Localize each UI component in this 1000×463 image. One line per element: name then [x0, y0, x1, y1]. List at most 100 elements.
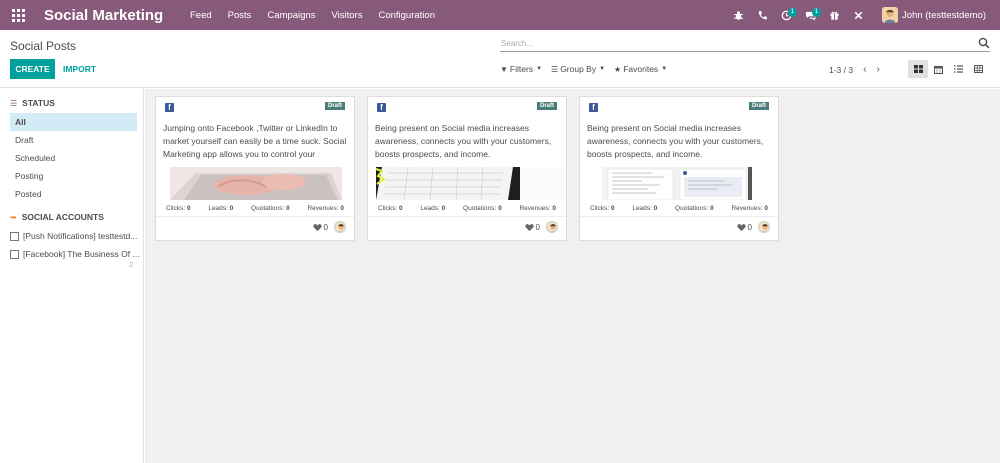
- heart-icon: [312, 223, 322, 231]
- status-draft[interactable]: Draft: [10, 131, 137, 149]
- search-panel: ☰ STATUS All Draft Scheduled Posting Pos…: [0, 89, 144, 463]
- import-button[interactable]: IMPORT: [63, 59, 96, 79]
- list-view-button[interactable]: [948, 60, 968, 78]
- card-header: f Draft: [580, 97, 778, 116]
- status-posted[interactable]: Posted: [10, 185, 137, 203]
- post-stats: Clicks: 0 Leads: 0 Quotations: 0 Revenue…: [580, 200, 778, 217]
- post-image: [156, 167, 354, 200]
- create-button[interactable]: CREATE: [10, 59, 55, 79]
- likes-counter[interactable]: 0: [524, 223, 540, 232]
- gift-icon[interactable]: [822, 0, 846, 30]
- favorites-label: Favorites: [623, 64, 659, 74]
- filters-label: Filters: [509, 64, 534, 74]
- menu-configuration[interactable]: Configuration: [378, 10, 435, 21]
- likes-count: 0: [747, 222, 752, 232]
- page-title: Social Posts: [10, 39, 77, 53]
- revenues-stat: Revenues: 0: [519, 204, 556, 212]
- filter-icon: ▼: [500, 64, 508, 74]
- clicks-stat: Clicks: 0: [590, 204, 615, 212]
- pager-value[interactable]: 1-3 / 3: [829, 65, 853, 75]
- star-icon: ★: [614, 64, 622, 74]
- kanban-icon: [913, 65, 923, 73]
- heart-icon: [524, 223, 534, 231]
- search-bar: [500, 35, 990, 52]
- close-icon[interactable]: [846, 0, 870, 30]
- caret-down-icon: ▼: [599, 66, 606, 72]
- status-heading-label: STATUS: [22, 98, 55, 108]
- quotations-stat: Quotations: 0: [463, 204, 502, 212]
- kanban-area: f Draft Jumping onto Facebook ,Twitter o…: [145, 89, 1000, 463]
- post-card[interactable]: f Draft Jumping onto Facebook ,Twitter o…: [155, 96, 355, 241]
- menu-feed[interactable]: Feed: [190, 10, 212, 21]
- status-badge: Draft: [748, 102, 769, 110]
- post-message: Jumping onto Facebook ,Twitter or Linked…: [163, 123, 347, 159]
- author-avatar[interactable]: [758, 221, 770, 233]
- account-checkbox[interactable]: [10, 249, 19, 259]
- status-posting[interactable]: Posting: [10, 167, 137, 185]
- app-brand[interactable]: Social Marketing: [44, 7, 190, 24]
- activity-clock-icon[interactable]: 1: [774, 0, 798, 30]
- likes-count: 0: [323, 222, 328, 232]
- post-message: Being present on Social media increases …: [587, 123, 764, 159]
- post-card[interactable]: f Draft Being present on Social media in…: [367, 96, 567, 241]
- status-all[interactable]: All: [10, 113, 137, 131]
- facebook-icon: f: [377, 103, 386, 112]
- accounts-count: 2: [129, 262, 133, 269]
- revenues-stat: Revenues: 0: [731, 204, 768, 212]
- status-scheduled[interactable]: Scheduled: [10, 149, 137, 167]
- post-card[interactable]: f Draft Being present on Social media in…: [579, 96, 779, 241]
- main-menu: Feed Posts Campaigns Visitors Configurat…: [190, 10, 451, 21]
- account-push-notifications[interactable]: [Push Notifications] testtestd...: [10, 227, 140, 245]
- bug-icon[interactable]: [726, 0, 750, 30]
- navbar-systray: 1 1 John (testtestdemo): [726, 0, 1000, 30]
- menu-posts[interactable]: Posts: [228, 10, 252, 21]
- pager-next-icon[interactable]: ›: [876, 64, 879, 75]
- caret-down-icon: ▼: [536, 66, 543, 72]
- facebook-icon: f: [589, 103, 598, 112]
- post-image: [368, 167, 566, 200]
- quotations-stat: Quotations: 0: [675, 204, 714, 212]
- apps-menu-icon[interactable]: [10, 7, 26, 23]
- post-image: [580, 167, 778, 200]
- status-badge: Draft: [536, 102, 557, 110]
- card-header: f Draft: [156, 97, 354, 116]
- account-checkbox[interactable]: [10, 231, 19, 241]
- likes-counter[interactable]: 0: [736, 222, 752, 232]
- account-label: [Push Notifications] testtestd...: [23, 231, 138, 241]
- user-menu[interactable]: John (testtestdemo): [882, 7, 986, 23]
- groupby-dropdown[interactable]: ☰ Group By ▼: [551, 64, 605, 74]
- kanban-view-button[interactable]: [908, 60, 928, 78]
- menu-campaigns[interactable]: Campaigns: [267, 10, 315, 21]
- quotations-stat: Quotations: 0: [251, 204, 290, 212]
- messages-icon[interactable]: 1: [798, 0, 822, 30]
- search-options: ▼ Filters ▼ ☰ Group By ▼ ★ Favorites ▼: [500, 64, 676, 74]
- author-avatar[interactable]: [546, 221, 558, 233]
- post-stats: Clicks: 0 Leads: 0 Quotations: 0 Revenue…: [156, 200, 354, 217]
- user-avatar: [882, 7, 899, 23]
- leads-stat: Leads: 0: [632, 204, 658, 212]
- pager: 1-3 / 3 ‹ ›: [829, 64, 880, 75]
- caret-down-icon: ▼: [661, 66, 668, 72]
- menu-visitors[interactable]: Visitors: [331, 10, 362, 21]
- status-badge: Draft: [324, 102, 345, 110]
- revenues-stat: Revenues: 0: [307, 204, 344, 212]
- card-footer: 0: [580, 217, 778, 237]
- search-input[interactable]: [500, 38, 978, 48]
- filter-list-icon: ☰: [10, 98, 18, 108]
- favorites-dropdown[interactable]: ★ Favorites ▼: [614, 64, 667, 74]
- phone-icon[interactable]: [750, 0, 774, 30]
- heart-icon: [736, 223, 746, 231]
- groupby-label: Group By: [560, 64, 597, 74]
- likes-counter[interactable]: 0: [312, 222, 328, 232]
- accounts-section-heading: ➥ SOCIAL ACCOUNTS: [10, 212, 143, 222]
- calendar-view-button[interactable]: [928, 60, 948, 78]
- search-icon[interactable]: [978, 37, 990, 49]
- author-avatar[interactable]: [334, 221, 346, 233]
- filters-dropdown[interactable]: ▼ Filters ▼: [500, 64, 542, 74]
- pager-previous-icon[interactable]: ‹: [863, 64, 866, 75]
- pivot-view-button[interactable]: [968, 60, 988, 78]
- bars-icon: ☰: [551, 64, 559, 74]
- account-facebook[interactable]: [Facebook] The Business Of ...: [10, 245, 140, 263]
- facebook-icon: f: [165, 103, 174, 112]
- control-panel: Social Posts CREATE IMPORT ▼ Filters ▼ ☰…: [0, 30, 1000, 88]
